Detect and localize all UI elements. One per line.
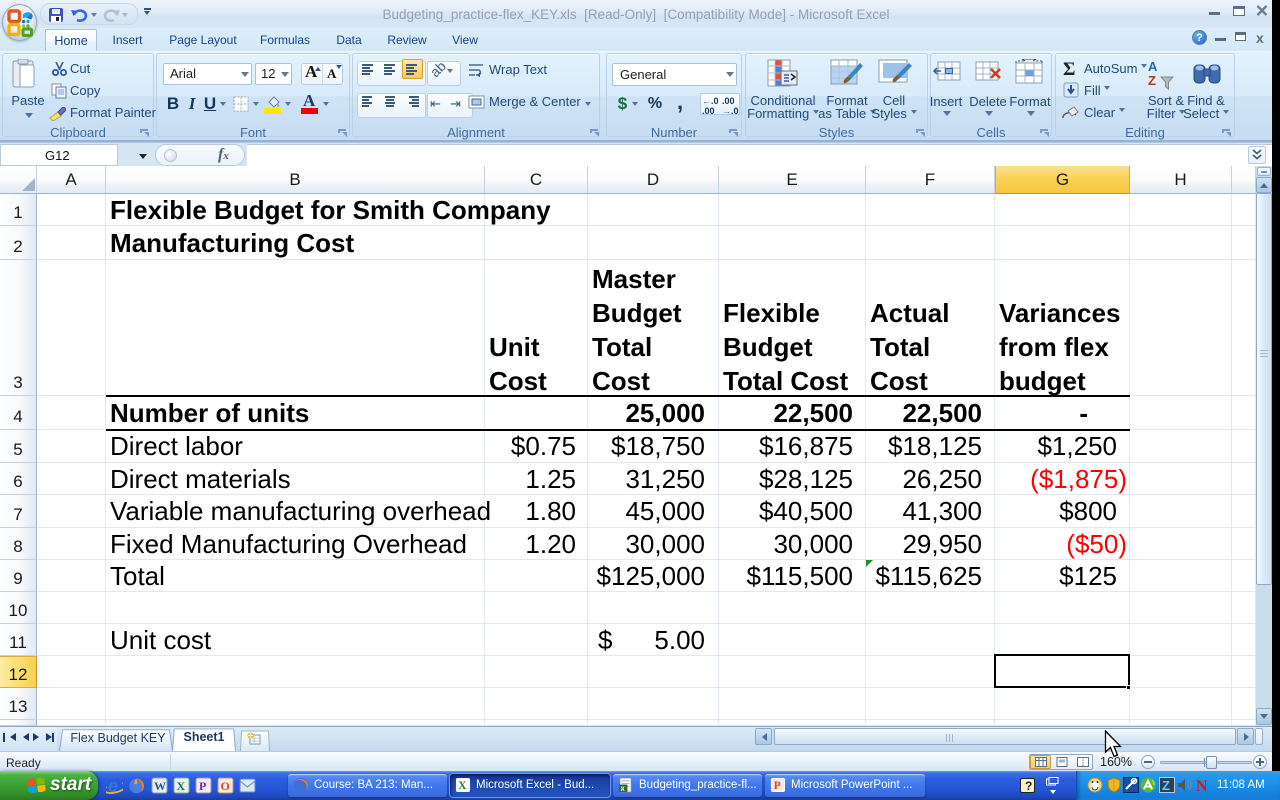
svg-text:Z: Z [1162,778,1170,793]
svg-text:X: X [177,779,186,793]
svg-text:N: N [1196,778,1208,793]
svg-text:P: P [774,780,781,792]
svg-text:e: e [108,777,118,794]
svg-text:P: P [199,779,206,793]
svg-text:X: X [620,786,625,793]
svg-text:Z: Z [1148,73,1156,88]
svg-text:W: W [154,779,166,793]
svg-text:A: A [1148,59,1158,74]
svg-text:O: O [221,779,230,793]
svg-text:X: X [458,780,467,792]
